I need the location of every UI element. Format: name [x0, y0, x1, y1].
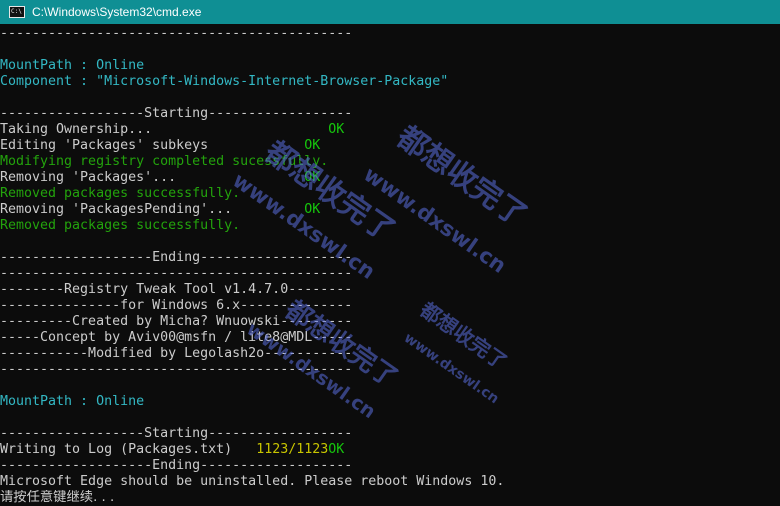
status-ok: OK	[304, 202, 321, 217]
console-spacer	[176, 170, 304, 185]
console-line: ------------------Starting--------------…	[0, 426, 780, 442]
console-line-text: Microsoft Edge should be uninstalled. Pl…	[0, 474, 505, 489]
console-line-text: ---------------for Windows 6.x----------…	[0, 298, 353, 313]
console-line: 请按任意键继续. . .	[0, 490, 780, 506]
console-line: Taking Ownership... OK	[0, 122, 780, 138]
console-line: -----------Modified by Legolash2o-------…	[0, 346, 780, 362]
console-line-text: ------------------Starting--------------…	[0, 426, 353, 441]
console-output[interactable]: ----------------------------------------…	[0, 26, 780, 506]
console-line-text: ---------Created by Micha? Wnuowski-----…	[0, 314, 353, 329]
console-line-text: ----------------------------------------…	[0, 362, 353, 377]
console-line: ---------Created by Micha? Wnuowski-----…	[0, 314, 780, 330]
console-line-text: 请按任意键继续. . .	[0, 490, 115, 505]
console-line-text: --------Registry Tweak Tool v1.4.7.0----…	[0, 282, 353, 297]
console-line: Microsoft Edge should be uninstalled. Pl…	[0, 474, 780, 490]
console-line-text: Modifying registry completed sucessfully…	[0, 154, 329, 169]
console-line-text: -------------------Ending---------------…	[0, 458, 353, 473]
status-ok: OK	[328, 122, 345, 137]
console-line: Removed packages successfully.	[0, 186, 780, 202]
console-line: -----Concept by Aviv00@msfn / lite8@MDL-…	[0, 330, 780, 346]
console-spacer	[152, 122, 328, 137]
console-line-text: -----------Modified by Legolash2o-------…	[0, 346, 353, 361]
console-line-text: ------------------Starting--------------…	[0, 106, 353, 121]
console-spacer	[232, 202, 304, 217]
console-line-text: -----Concept by Aviv00@msfn / lite8@MDL-…	[0, 330, 353, 345]
console-spacer	[232, 442, 256, 457]
console-line-text: Writing to Log (Packages.txt)	[0, 442, 233, 457]
console-line: -------------------Ending---------------…	[0, 458, 780, 474]
status-ok: OK	[304, 138, 321, 153]
console-line: MountPath : Online	[0, 58, 780, 74]
console-line: Removing 'PackagesPending'... OK	[0, 202, 780, 218]
cmd-icon: C:\	[9, 6, 25, 18]
progress-count: 1123/1123	[256, 442, 329, 457]
console-line-text: Editing 'Packages' subkeys	[0, 138, 209, 153]
console-line: ------------------Starting--------------…	[0, 106, 780, 122]
console-line: ---------------for Windows 6.x----------…	[0, 298, 780, 314]
console-line-text: Removed packages successfully.	[0, 218, 241, 233]
console-line-text: MountPath : Online	[0, 394, 145, 409]
console-line-text: -------------------Ending---------------…	[0, 250, 353, 265]
console-line: Modifying registry completed sucessfully…	[0, 154, 780, 170]
console-line-text: Removing 'Packages'...	[0, 170, 177, 185]
cmd-window: C:\ C:\Windows\System32\cmd.exe --------…	[0, 0, 780, 506]
console-line: ----------------------------------------…	[0, 266, 780, 282]
console-line-text: ----------------------------------------…	[0, 26, 353, 41]
console-line-text: Component : "Microsoft-Windows-Internet-…	[0, 74, 449, 89]
console-line: ----------------------------------------…	[0, 362, 780, 378]
console-line: ----------------------------------------…	[0, 26, 780, 42]
console-line: Component : "Microsoft-Windows-Internet-…	[0, 74, 780, 90]
console-line: Editing 'Packages' subkeys OK	[0, 138, 780, 154]
console-line: Writing to Log (Packages.txt) 1123/1123O…	[0, 442, 780, 458]
console-line-text: Removing 'PackagesPending'...	[0, 202, 233, 217]
console-line-text: MountPath : Online	[0, 58, 145, 73]
console-line: -------------------Ending---------------…	[0, 250, 780, 266]
console-line: MountPath : Online	[0, 394, 780, 410]
title-bar[interactable]: C:\ C:\Windows\System32\cmd.exe	[0, 0, 780, 24]
console-line: Removed packages successfully.	[0, 218, 780, 234]
console-spacer	[208, 138, 304, 153]
console-line: --------Registry Tweak Tool v1.4.7.0----…	[0, 282, 780, 298]
console-line: Removing 'Packages'... OK	[0, 170, 780, 186]
console-line-text: Taking Ownership...	[0, 122, 153, 137]
console-line-text: ----------------------------------------…	[0, 266, 353, 281]
status-ok: OK	[328, 442, 345, 457]
window-title: C:\Windows\System32\cmd.exe	[32, 5, 202, 19]
console-line-text: Removed packages successfully.	[0, 186, 241, 201]
status-ok: OK	[304, 170, 321, 185]
